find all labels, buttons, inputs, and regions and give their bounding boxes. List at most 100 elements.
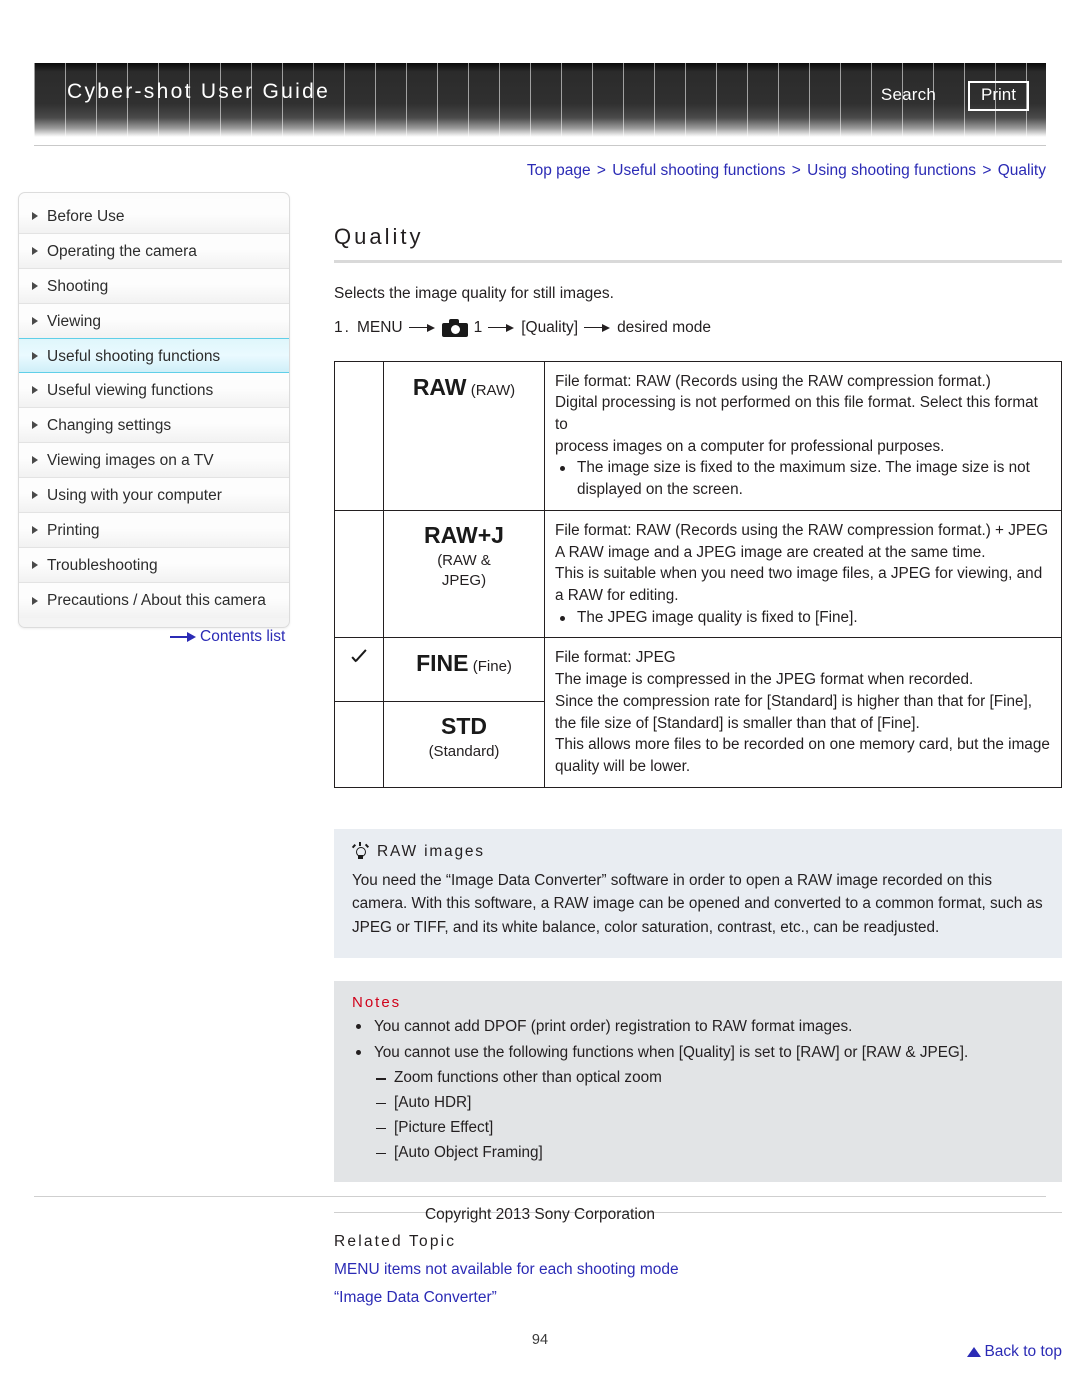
breadcrumb-separator: > bbox=[596, 162, 606, 179]
chevron-right-icon bbox=[32, 212, 38, 220]
row-description-cell: File format: RAW (Records using the RAW … bbox=[544, 509, 1062, 639]
note-text: You cannot add DPOF (print order) regist… bbox=[374, 1017, 853, 1035]
mode-glyph: RAW bbox=[412, 373, 467, 400]
sidebar-item-printing[interactable]: Printing bbox=[19, 513, 289, 548]
breadcrumb-separator: > bbox=[791, 162, 801, 179]
mode-sub-label: (RAW) bbox=[470, 381, 516, 399]
row-mode-cell: FINE (Fine) bbox=[383, 637, 545, 702]
sidebar-item-viewing-images-on-a-tv[interactable]: Viewing images on a TV bbox=[19, 443, 289, 478]
row-description-cell-merged: File format: JPEG The image is compresse… bbox=[544, 637, 1062, 788]
tip-body: You need the “Image Data Converter” soft… bbox=[352, 871, 1043, 937]
table-row: RAW (RAW) File format: RAW (Records usin… bbox=[334, 360, 1062, 511]
sidebar-item-label: Changing settings bbox=[47, 417, 172, 434]
breadcrumb[interactable]: Top page > Useful shooting functions > U… bbox=[527, 162, 1046, 180]
chevron-right-icon bbox=[32, 561, 38, 569]
step-camera-index: 1 bbox=[473, 318, 483, 336]
mode-sub-label: (Fine) bbox=[472, 658, 512, 676]
procedure-step-1: 1. MENU 1 [Quality] desired mode bbox=[334, 318, 1062, 337]
sidebar-item-using-with-your-computer[interactable]: Using with your computer bbox=[19, 478, 289, 513]
sidebar-item-label: Using with your computer bbox=[47, 487, 222, 504]
tip-heading-row: RAW images bbox=[351, 841, 1044, 861]
breadcrumb-separator: > bbox=[982, 162, 992, 179]
list-item: You cannot use the following functions w… bbox=[352, 1042, 1044, 1165]
sidebar-item-label: Useful viewing functions bbox=[47, 382, 214, 399]
quality-options-table: RAW (RAW) File format: RAW (Records usin… bbox=[334, 360, 1062, 788]
list-item: Zoom functions other than optical zoom bbox=[374, 1067, 1044, 1090]
chevron-right-icon bbox=[32, 282, 38, 290]
sidebar-item-before-use[interactable]: Before Use bbox=[19, 199, 289, 234]
sidebar-item-label: Shooting bbox=[47, 278, 109, 295]
row-check-cell bbox=[334, 700, 384, 788]
header-divider bbox=[34, 145, 1046, 146]
desc-line: process images on a computer for profess… bbox=[555, 437, 945, 455]
desc-line: Digital processing is not performed on t… bbox=[555, 394, 1038, 433]
sidebar-item-troubleshooting[interactable]: Troubleshooting bbox=[19, 548, 289, 583]
row-check-cell bbox=[334, 509, 384, 639]
sidebar-item-label: Before Use bbox=[47, 208, 125, 225]
sidebar-item-changing-settings[interactable]: Changing settings bbox=[19, 408, 289, 443]
sidebar-nav: Before Use Operating the camera Shooting… bbox=[18, 192, 290, 628]
sidebar-item-shooting[interactable]: Shooting bbox=[19, 269, 289, 304]
breadcrumb-item-1[interactable]: Useful shooting functions bbox=[612, 162, 785, 179]
chevron-right-icon bbox=[32, 247, 38, 255]
desc-bullet-list: The image size is fixed to the maximum s… bbox=[555, 457, 1051, 500]
sidebar-item-operating-the-camera[interactable]: Operating the camera bbox=[19, 234, 289, 269]
mode-sub-label: JPEG) bbox=[441, 572, 487, 590]
row-check-cell bbox=[334, 637, 384, 702]
list-item: The image size is fixed to the maximum s… bbox=[555, 457, 1051, 500]
mode-glyph: STD bbox=[441, 712, 487, 739]
desc-line: A RAW image and a JPEG image are created… bbox=[555, 543, 986, 561]
row-mode-cell: STD (Standard) bbox=[383, 700, 545, 788]
breadcrumb-item-3: Quality bbox=[997, 162, 1046, 179]
lightbulb-icon bbox=[351, 841, 369, 861]
desc-line: File format: RAW (Records using the RAW … bbox=[555, 521, 1049, 539]
copyright-text: Copyright 2013 Sony Corporation bbox=[424, 1206, 656, 1223]
desc-bullet-list: The JPEG image quality is fixed to [Fine… bbox=[555, 607, 1051, 629]
mode-glyph: RAW+J bbox=[424, 521, 504, 548]
tip-heading: RAW images bbox=[377, 842, 485, 860]
arrow-right-icon bbox=[170, 631, 196, 642]
intro-text: Selects the image quality for still imag… bbox=[334, 285, 614, 302]
desc-line: File format: RAW (Records using the RAW … bbox=[555, 372, 991, 390]
mode-sub-label: (Standard) bbox=[428, 742, 500, 760]
related-topic-link-1[interactable]: “Image Data Converter” bbox=[334, 1289, 1062, 1307]
triangle-up-icon bbox=[967, 1347, 982, 1358]
sidebar-item-useful-viewing-functions[interactable]: Useful viewing functions bbox=[19, 373, 289, 408]
related-topic-link-0[interactable]: MENU items not available for each shooti… bbox=[334, 1261, 1062, 1279]
sidebar-item-label: Operating the camera bbox=[47, 243, 197, 260]
breadcrumb-item-2[interactable]: Using shooting functions bbox=[807, 162, 976, 179]
chevron-right-icon bbox=[32, 317, 38, 325]
desc-line: The image is compressed in the JPEG form… bbox=[555, 671, 974, 689]
step-number: 1. bbox=[334, 318, 351, 336]
print-button[interactable]: Print bbox=[968, 81, 1029, 111]
page-title: Quality bbox=[334, 224, 424, 249]
arrow-right-icon bbox=[584, 323, 611, 333]
desc-line: This allows more files to be recorded on… bbox=[555, 736, 1050, 775]
desc-line: File format: JPEG bbox=[555, 649, 676, 667]
list-item: [Picture Effect] bbox=[374, 1117, 1044, 1140]
desc-line: This is suitable when you need two image… bbox=[555, 565, 1043, 604]
chevron-right-icon bbox=[32, 351, 38, 360]
contents-list-label: Contents list bbox=[200, 628, 286, 645]
table-row: FINE (Fine) File format: JPEG The image … bbox=[334, 637, 1062, 788]
contents-list-link[interactable]: Contents list bbox=[170, 628, 285, 646]
sidebar-item-useful-shooting-functions[interactable]: Useful shooting functions bbox=[19, 338, 289, 373]
row-check-cell bbox=[334, 360, 384, 511]
related-topic-heading: Related Topic bbox=[334, 1233, 457, 1251]
breadcrumb-item-0[interactable]: Top page bbox=[527, 162, 591, 179]
search-button[interactable]: Search bbox=[881, 85, 936, 105]
step-item-label: [Quality] bbox=[521, 318, 579, 336]
sidebar-item-precautions-about-this-camera[interactable]: Precautions / About this camera bbox=[19, 583, 289, 618]
main-content: Quality Selects the image quality for st… bbox=[334, 192, 1062, 1361]
sidebar-item-viewing[interactable]: Viewing bbox=[19, 304, 289, 339]
sidebar-item-label: Printing bbox=[47, 522, 100, 539]
step-result-label: desired mode bbox=[617, 318, 711, 336]
table-row: RAW+J (RAW & JPEG) File format: RAW (Rec… bbox=[334, 509, 1062, 639]
site-header: Cyber-shot User Guide Search Print bbox=[34, 63, 1046, 137]
note-text: You cannot use the following functions w… bbox=[374, 1043, 969, 1061]
notes-body: You cannot add DPOF (print order) regist… bbox=[352, 1016, 1044, 1165]
tip-box: RAW images You need the “Image Data Conv… bbox=[334, 828, 1062, 958]
note-sub-list: Zoom functions other than optical zoom [… bbox=[374, 1067, 1044, 1165]
chevron-right-icon bbox=[32, 491, 38, 499]
mode-sub-label: (RAW & bbox=[437, 551, 491, 569]
